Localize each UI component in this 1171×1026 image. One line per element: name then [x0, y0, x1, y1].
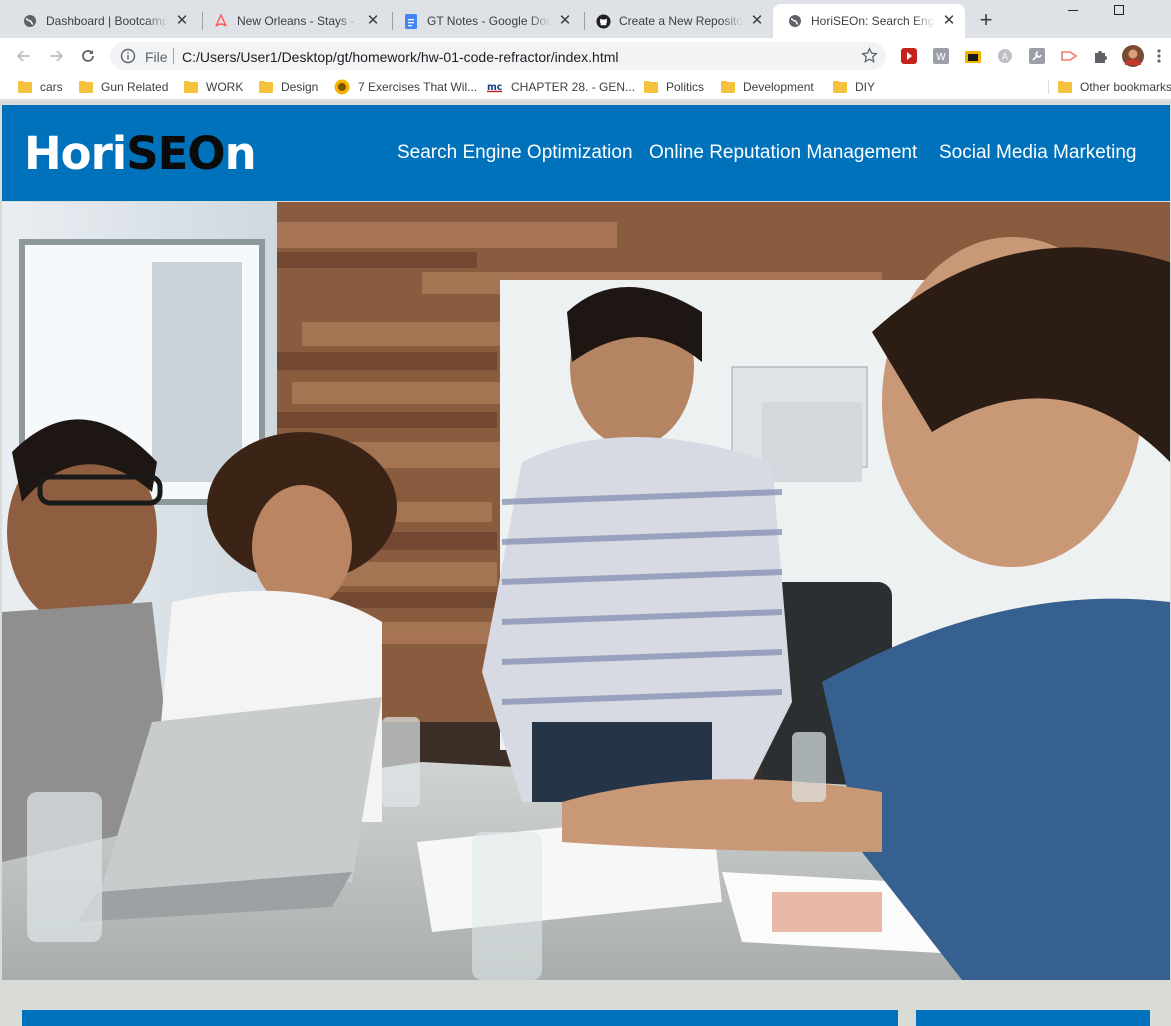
- extension-w-icon[interactable]: W: [932, 47, 950, 65]
- folder-icon: [721, 81, 735, 93]
- arrow-left-icon: [16, 50, 30, 62]
- mc-favicon-icon: mc: [487, 79, 503, 95]
- close-icon[interactable]: ✕: [365, 13, 381, 29]
- folder-icon: [79, 81, 93, 93]
- more-vert-icon[interactable]: [1154, 47, 1164, 65]
- folder-icon: [18, 81, 32, 93]
- bookmark-label: Development: [743, 80, 814, 94]
- tab-title: Create a New Repository: [619, 14, 743, 28]
- bookmark-label: Gun Related: [101, 80, 169, 94]
- svg-text:A: A: [1002, 53, 1009, 63]
- bookmark-item[interactable]: Gun Related: [79, 79, 168, 95]
- extension-video-icon[interactable]: [900, 47, 918, 65]
- tab-google-docs[interactable]: GT Notes - Google Docs ✕: [389, 4, 581, 38]
- folder-icon: [644, 81, 658, 93]
- close-icon[interactable]: ✕: [941, 13, 957, 29]
- tab-title: New Orleans - Stays - Airbnb: [237, 14, 359, 28]
- lion-favicon-icon: [334, 79, 350, 95]
- avatar[interactable]: [1122, 45, 1144, 67]
- logo-part-n: n: [224, 127, 257, 180]
- extension-folder-icon[interactable]: [964, 47, 982, 65]
- logo-part-seo: SEO: [126, 127, 225, 180]
- bookmark-label: CHAPTER 28. - GEN...: [511, 80, 636, 94]
- puzzle-icon[interactable]: [1092, 47, 1110, 65]
- site-logo[interactable]: HoriSEOn: [24, 127, 257, 181]
- address-bar[interactable]: File C:/Users/User1/Desktop/gt/homework/…: [110, 42, 886, 70]
- nav-link-seo[interactable]: Search Engine Optimization: [397, 142, 633, 164]
- scheme-label: File: [145, 49, 168, 65]
- bookmark-label: Politics: [666, 80, 705, 94]
- info-icon[interactable]: [120, 48, 136, 67]
- folder-icon: [1058, 81, 1072, 93]
- github-icon: [595, 13, 611, 29]
- bookmark-item[interactable]: mc CHAPTER 28. - GEN...: [487, 79, 635, 95]
- url-text[interactable]: C:/Users/User1/Desktop/gt/homework/hw-01…: [182, 49, 619, 65]
- maximize-icon: [1114, 5, 1124, 15]
- sidebar-card-header: [916, 1010, 1150, 1026]
- nav-link-reputation[interactable]: Online Reputation Management: [649, 142, 917, 164]
- back-button[interactable]: [12, 44, 36, 68]
- extension-a-icon[interactable]: A: [996, 47, 1014, 65]
- bookmark-label: DIY: [855, 80, 876, 94]
- tab-title: HoriSEOn: Search Engine Optimization: [811, 14, 935, 28]
- tab-strip: Dashboard | Bootcamp Spot ✕ New Orleans …: [0, 0, 1171, 38]
- bookmark-label: cars: [40, 80, 63, 94]
- browser-toolbar: File C:/Users/User1/Desktop/gt/homework/…: [0, 38, 1171, 74]
- site-header: HoriSEOn Search Engine Optimization Onli…: [2, 105, 1170, 201]
- bookmarks-bar: cars Gun Related WORK Design 7 Exercises…: [0, 74, 1171, 100]
- extension-cast-icon[interactable]: [1060, 47, 1078, 65]
- airbnb-icon: [213, 13, 229, 29]
- bookmark-label: Design: [281, 80, 319, 94]
- address-separator: [173, 48, 174, 64]
- arrow-right-icon: [50, 50, 64, 62]
- team-meeting-photo: [2, 202, 1170, 980]
- close-icon[interactable]: ✕: [749, 13, 765, 29]
- close-icon[interactable]: ✕: [557, 13, 573, 29]
- bookmark-item[interactable]: Development: [721, 79, 814, 95]
- google-docs-icon: [403, 13, 419, 29]
- page-viewport: HoriSEOn Search Engine Optimization Onli…: [0, 101, 1171, 1026]
- close-icon[interactable]: ✕: [174, 13, 190, 29]
- content-card-header: [22, 1010, 898, 1026]
- bookmark-item[interactable]: 7 Exercises That Wil...: [334, 79, 477, 95]
- other-bookmarks[interactable]: Other bookmarks: [1058, 79, 1171, 95]
- bookmark-star-icon[interactable]: [861, 47, 878, 67]
- tab-horiseon[interactable]: HoriSEOn: Search Engine Optimization ✕: [773, 4, 965, 38]
- folder-icon: [833, 81, 847, 93]
- bookmark-item[interactable]: cars: [18, 79, 63, 95]
- reload-icon: [82, 50, 94, 62]
- hero-image: [2, 202, 1170, 980]
- wrench-icon[interactable]: [1028, 47, 1046, 65]
- minimize-button[interactable]: [1050, 0, 1096, 20]
- bookmark-item[interactable]: WORK: [184, 79, 243, 95]
- tab-github[interactable]: Create a New Repository ✕: [581, 4, 773, 38]
- folder-icon: [184, 81, 198, 93]
- bookmark-item[interactable]: DIY: [833, 79, 875, 95]
- bookmark-label: WORK: [206, 80, 244, 94]
- folder-icon: [259, 81, 273, 93]
- bookmark-label: 7 Exercises That Wil...: [358, 80, 478, 94]
- tab-dashboard[interactable]: Dashboard | Bootcamp Spot ✕: [8, 4, 198, 38]
- bookmarks-separator: [1048, 80, 1049, 94]
- bookmark-item[interactable]: Design: [259, 79, 318, 95]
- tab-title: Dashboard | Bootcamp Spot: [46, 14, 168, 28]
- maximize-button[interactable]: [1096, 0, 1142, 20]
- minimize-icon: [1068, 10, 1078, 11]
- bookmark-item[interactable]: Politics: [644, 79, 704, 95]
- svg-text:W: W: [936, 52, 946, 63]
- tab-title: GT Notes - Google Docs: [427, 14, 551, 28]
- tab-airbnb[interactable]: New Orleans - Stays - Airbnb ✕: [199, 4, 389, 38]
- globe-icon: [22, 13, 38, 29]
- forward-button[interactable]: [44, 44, 68, 68]
- logo-part-hori: Hori: [24, 127, 127, 180]
- reload-button[interactable]: [76, 44, 100, 68]
- new-tab-button[interactable]: +: [974, 9, 998, 33]
- bookmark-label: Other bookmarks: [1080, 80, 1171, 94]
- nav-link-social-media[interactable]: Social Media Marketing: [939, 142, 1136, 164]
- globe-icon: [787, 13, 803, 29]
